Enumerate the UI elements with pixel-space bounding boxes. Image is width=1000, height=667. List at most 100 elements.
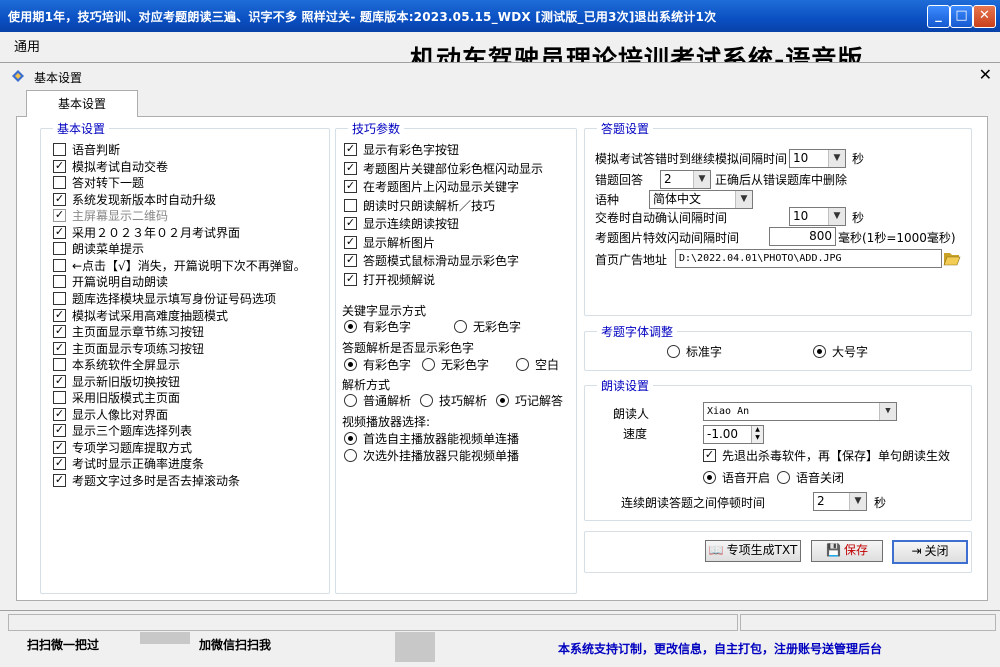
skill-option[interactable]: 考题图片关键部位彩色框闪动显示 (344, 161, 543, 177)
checkbox[interactable] (344, 235, 357, 249)
basic-option[interactable]: 专项学习题库提取方式 (53, 440, 192, 456)
checkbox[interactable] (53, 143, 66, 156)
basic-option[interactable]: 考试时显示正确率进度条 (53, 456, 204, 472)
analysis-mode-option[interactable]: 技巧解析 (420, 393, 487, 409)
checkbox[interactable] (53, 176, 66, 190)
skill-option[interactable]: 打开视频解说 (344, 272, 435, 288)
checkbox[interactable] (53, 258, 66, 272)
analysis-color-option[interactable]: 有彩色字 (344, 357, 411, 373)
checkbox[interactable] (53, 192, 66, 206)
skill-option[interactable]: 朗读时只朗读解析／技巧 (344, 198, 495, 214)
basic-option[interactable]: 朗读菜单提示 (53, 241, 144, 257)
checkbox[interactable] (53, 407, 66, 421)
voice-option[interactable]: 语音开启 (703, 470, 770, 486)
checkbox[interactable] (53, 440, 66, 454)
basic-option[interactable]: ←点击【√】消失，开篇说明下次不再弹窗。 (53, 258, 306, 274)
reader-select[interactable]: Xiao An ▼ (703, 402, 897, 421)
radio-button[interactable] (667, 345, 680, 358)
checkbox[interactable] (344, 217, 357, 230)
basic-option[interactable]: 显示三个题库选择列表 (53, 423, 192, 439)
basic-option[interactable]: 题库选择模块显示填写身份证号码选项 (53, 291, 276, 307)
checkbox[interactable] (53, 209, 66, 223)
player-option[interactable]: 次选外挂播放器只能视频单播 (344, 448, 519, 464)
basic-option[interactable]: 本系统软件全屏显示 (53, 357, 180, 373)
font-size-option[interactable]: 标准字 (667, 344, 722, 360)
basic-option[interactable]: 显示人像比对界面 (53, 407, 168, 423)
checkbox[interactable] (344, 143, 357, 156)
basic-option[interactable]: 主页面显示章节练习按钮 (53, 324, 204, 340)
checkbox[interactable] (703, 449, 716, 462)
basic-option[interactable]: 系统发现新版本时自动升级 (53, 192, 216, 208)
keyword-mode-option[interactable]: 无彩色字 (454, 319, 521, 335)
radio-button[interactable] (703, 471, 716, 484)
close-window-button[interactable]: ✕ (973, 5, 996, 28)
analysis-color-option[interactable]: 空白 (516, 357, 559, 373)
radio-button[interactable] (454, 320, 467, 333)
menu-item-general[interactable]: 通用 (14, 36, 40, 55)
radio-button[interactable] (344, 394, 357, 407)
submit-interval-select[interactable]: 10 ▼ (789, 207, 846, 226)
minimize-button[interactable]: _ (927, 5, 950, 28)
generate-txt-button[interactable]: 📖 专项生成TXT (705, 540, 801, 562)
checkbox[interactable] (53, 308, 66, 322)
radio-button[interactable] (344, 320, 357, 333)
radio-button[interactable] (813, 345, 826, 358)
skill-option[interactable]: 显示解析图片 (344, 235, 435, 251)
folder-open-icon[interactable] (943, 250, 961, 266)
basic-option[interactable]: 答对转下一题 (53, 175, 144, 191)
analysis-mode-option[interactable]: 普通解析 (344, 393, 411, 409)
save-button[interactable]: 💾 保存 (811, 540, 883, 562)
checkbox[interactable] (344, 180, 357, 193)
ad-address-input[interactable]: D:\2022.04.01\PHOTO\ADD.JPG (675, 249, 942, 268)
basic-option[interactable]: 采用旧版模式主页面 (53, 390, 180, 406)
checkbox[interactable] (53, 225, 66, 239)
radio-button[interactable] (777, 471, 790, 484)
checkbox[interactable] (53, 457, 66, 471)
player-option[interactable]: 首选自主播放器能视频单连播 (344, 431, 519, 447)
radio-button[interactable] (420, 394, 433, 407)
font-size-option[interactable]: 大号字 (813, 344, 868, 360)
checkbox[interactable] (53, 291, 66, 305)
radio-button[interactable] (344, 432, 357, 445)
checkbox[interactable] (344, 254, 357, 267)
skill-option[interactable]: 在考题图片上闪动显示关键字 (344, 179, 519, 195)
radio-button[interactable] (344, 449, 357, 462)
skill-option[interactable]: 答题模式鼠标滑动显示彩色字 (344, 253, 519, 269)
tab-basic-settings[interactable]: 基本设置 (26, 90, 138, 117)
checkbox[interactable] (53, 242, 66, 256)
checkbox[interactable] (344, 272, 357, 286)
keyword-mode-option[interactable]: 有彩色字 (344, 319, 411, 335)
checkbox[interactable] (53, 275, 66, 289)
spinner-arrows-icon[interactable]: ▲ ▼ (751, 426, 763, 443)
radio-button[interactable] (344, 358, 357, 371)
skill-option[interactable]: 显示有彩色字按钮 (344, 142, 459, 158)
basic-option[interactable]: 模拟考试自动交卷 (53, 159, 168, 175)
radio-button[interactable] (496, 394, 509, 407)
basic-option[interactable]: 模拟考试采用高难度抽题模式 (53, 308, 228, 324)
checkbox[interactable] (53, 391, 66, 405)
speed-input[interactable]: -1.00 ▲ ▼ (703, 425, 764, 444)
voice-option[interactable]: 语音关闭 (777, 470, 844, 486)
basic-option[interactable]: 考题文字过多时是否去掉滚动条 (53, 473, 240, 489)
checkbox[interactable] (344, 198, 357, 212)
skill-option[interactable]: 显示连续朗读按钮 (344, 216, 459, 232)
exit-antivirus-option[interactable]: 先退出杀毒软件，再【保存】单句朗读生效 (703, 448, 950, 464)
basic-option[interactable]: 显示新旧版切换按钮 (53, 374, 180, 390)
language-select[interactable]: 简体中文 ▼ (649, 190, 753, 209)
checkbox[interactable] (344, 161, 357, 175)
basic-option[interactable]: 主页面显示专项练习按钮 (53, 341, 204, 357)
maximize-button[interactable]: □ (950, 5, 973, 28)
checkbox[interactable] (53, 159, 66, 173)
basic-option[interactable]: 语音判断 (53, 142, 120, 158)
checkbox[interactable] (53, 374, 66, 388)
interval-select[interactable]: 10 ▼ (789, 149, 846, 168)
radio-button[interactable] (516, 358, 529, 371)
dialog-close-icon[interactable]: ✕ (979, 65, 992, 85)
close-button[interactable]: ⇥ 关闭 (892, 540, 968, 564)
checkbox[interactable] (53, 424, 66, 438)
basic-option[interactable]: 主屏幕显示二维码 (53, 208, 168, 224)
checkbox[interactable] (53, 358, 66, 372)
checkbox[interactable] (53, 341, 66, 355)
pause-select[interactable]: 2 ▼ (813, 492, 867, 511)
radio-button[interactable] (422, 358, 435, 371)
